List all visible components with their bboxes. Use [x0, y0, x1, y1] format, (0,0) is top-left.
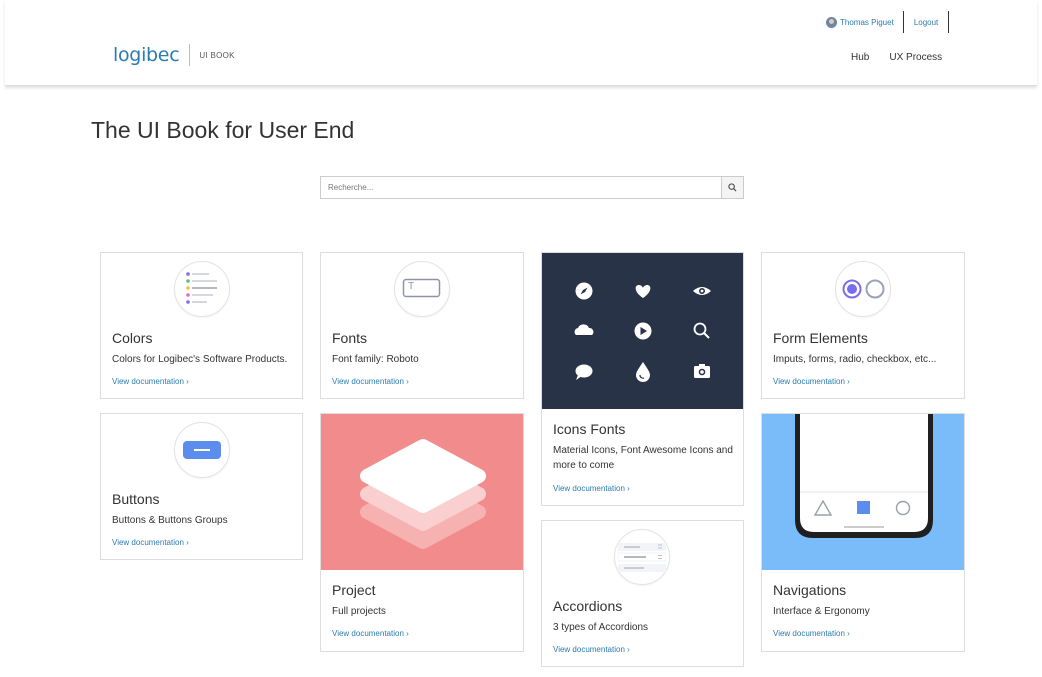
- text-field-icon: T: [394, 261, 450, 317]
- link-label: View documentation: [112, 538, 184, 547]
- main-nav: Hub UX Process: [851, 52, 942, 63]
- logo-subtitle: UI BOOK: [199, 50, 235, 60]
- card-accordions[interactable]: Accordions 3 types of Accordions View do…: [541, 520, 744, 667]
- icons-banner: [542, 253, 743, 409]
- play-icon: [634, 322, 652, 340]
- comment-icon: [575, 364, 593, 380]
- card-description: Font family: Roboto: [332, 354, 419, 365]
- card-title: Colors: [112, 330, 153, 346]
- view-documentation-link[interactable]: View documentation ›: [553, 645, 630, 654]
- card-title: Form Elements: [773, 330, 868, 346]
- search-button[interactable]: [721, 177, 743, 198]
- card-title: Fonts: [332, 330, 368, 346]
- button-icon: [174, 422, 230, 478]
- view-documentation-link[interactable]: View documentation ›: [773, 629, 850, 638]
- nav-hub[interactable]: Hub: [851, 52, 869, 63]
- link-label: View documentation: [773, 377, 845, 386]
- card-description: Colors for Logibec's Software Products.: [112, 354, 288, 365]
- view-documentation-link[interactable]: View documentation ›: [112, 377, 189, 386]
- logout-link[interactable]: Logout: [904, 11, 950, 33]
- logout-label: Logout: [913, 17, 939, 27]
- card-buttons[interactable]: Buttons Buttons & Buttons Groups View do…: [100, 413, 303, 560]
- link-label: View documentation: [553, 484, 625, 493]
- card-icons-fonts[interactable]: Icons Fonts Material Icons, Font Awesome…: [541, 252, 744, 506]
- card-description: Material Icons, Font Awesome Icons and m…: [553, 445, 733, 471]
- stacked-layers-icon: [360, 439, 486, 549]
- card-title: Icons Fonts: [553, 421, 626, 437]
- cloud-icon: [574, 324, 594, 335]
- card-description: Imputs, forms, radio, checkbox, etc...: [773, 354, 937, 365]
- card-title: Buttons: [112, 491, 160, 507]
- compass-icon: [575, 282, 593, 300]
- navigations-banner: [762, 414, 964, 570]
- nav-ux-process[interactable]: UX Process: [889, 52, 942, 63]
- view-documentation-link[interactable]: View documentation ›: [553, 484, 630, 493]
- card-description: Full projects: [332, 606, 386, 617]
- search-bar: [320, 176, 744, 199]
- logo-text: logibec: [113, 44, 180, 66]
- user-name: Thomas Piguet: [840, 17, 894, 27]
- card-project[interactable]: Project Full projects View documentation…: [320, 413, 524, 652]
- accordion-icon: [614, 529, 670, 585]
- logo[interactable]: logibec UI BOOK: [113, 44, 235, 66]
- text-field-letter: T: [408, 281, 415, 292]
- search-input[interactable]: [321, 177, 721, 198]
- eye-icon: [693, 287, 711, 295]
- link-label: View documentation: [773, 629, 845, 638]
- card-description: Buttons & Buttons Groups: [112, 515, 228, 526]
- card-title: Navigations: [773, 582, 847, 598]
- colors-list-icon: [174, 261, 230, 317]
- link-label: View documentation: [112, 377, 184, 386]
- view-documentation-link[interactable]: View documentation ›: [112, 538, 189, 547]
- camera-icon: [694, 364, 710, 378]
- card-description: 3 types of Accordions: [553, 622, 649, 633]
- card-colors[interactable]: Colors Colors for Logibec's Software Pro…: [100, 252, 303, 399]
- drop-icon: [636, 362, 650, 382]
- card-description: Interface & Ergonomy: [773, 606, 870, 617]
- view-documentation-link[interactable]: View documentation ›: [332, 629, 409, 638]
- user-bar: Thomas Piguet Logout: [826, 11, 950, 33]
- link-label: View documentation: [332, 629, 404, 638]
- avatar: [826, 16, 837, 28]
- card-title: Project: [332, 582, 376, 598]
- card-form-elements[interactable]: Form Elements Imputs, forms, radio, chec…: [761, 252, 965, 399]
- card-fonts[interactable]: T Fonts Font family: Roboto View documen…: [320, 252, 524, 399]
- view-documentation-link[interactable]: View documentation ›: [773, 377, 850, 386]
- view-documentation-link[interactable]: View documentation ›: [332, 377, 409, 386]
- phone-nav-icon: [795, 414, 933, 538]
- card-title: Accordions: [553, 598, 623, 614]
- project-banner: [321, 414, 523, 570]
- heart-icon: [635, 285, 651, 298]
- search-icon: [693, 322, 710, 339]
- logo-divider: [189, 44, 191, 66]
- user-profile-link[interactable]: Thomas Piguet: [826, 11, 904, 33]
- page-title: The UI Book for User End: [91, 117, 355, 143]
- search-icon: [728, 183, 737, 192]
- radio-buttons-icon: [835, 261, 891, 317]
- link-label: View documentation: [332, 377, 404, 386]
- link-label: View documentation: [553, 645, 625, 654]
- card-navigations[interactable]: Navigations Interface & Ergonomy View do…: [761, 413, 965, 652]
